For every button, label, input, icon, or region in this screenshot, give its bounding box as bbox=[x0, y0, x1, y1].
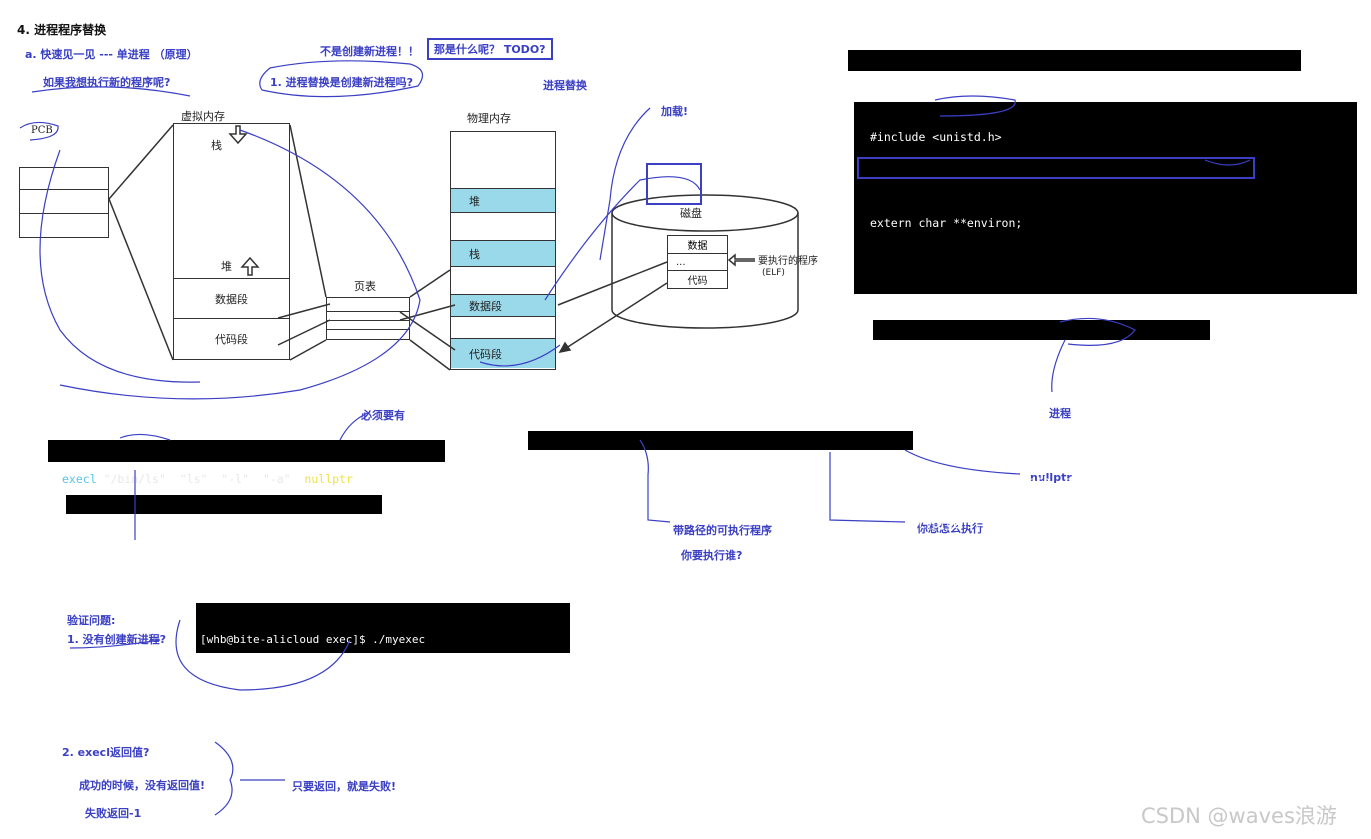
ls-prompt-line: [whb@bite-alicloud exec]$ ls -a -l bbox=[70, 525, 306, 539]
run-output-line: 我是myexec, pid: 2774 bbox=[200, 674, 335, 687]
return-is-fail-note: 只要返回，就是失败! bbox=[292, 780, 397, 793]
disk-program-box: 数据 ... 代码 bbox=[667, 235, 728, 289]
virtual-data-segment: 数据段 bbox=[174, 278, 289, 318]
elf-label: (ELF) bbox=[762, 268, 785, 278]
header-line bbox=[870, 259, 1357, 274]
path-exec-note: 带路径的可执行程序 bbox=[673, 524, 772, 537]
page-table-label: 页表 bbox=[354, 280, 376, 293]
disk-top-ellipse bbox=[611, 194, 799, 232]
pcb-label: PCB bbox=[31, 125, 53, 136]
header-line: extern char **environ; bbox=[870, 216, 1023, 230]
separator-token: , bbox=[249, 472, 263, 486]
header-line: int execvp(const char *file, char *const… bbox=[870, 517, 1210, 531]
watermark: CSDN @waves浪游 bbox=[1141, 804, 1337, 828]
no-new-process-note: 1. 没有创建新进程? bbox=[67, 633, 167, 646]
header-line: int execle(const char *path, const char … bbox=[870, 388, 1182, 402]
load-highlight-box bbox=[646, 163, 702, 205]
disk-code-cell: 代码 bbox=[668, 270, 727, 288]
section-title: 4. 进程程序替换 bbox=[17, 23, 107, 37]
execl-top-terminal: execl("/bin/ls", "ls", "-l", "-a", nullp… bbox=[848, 50, 1301, 97]
close-paren-token: ); bbox=[352, 472, 367, 486]
virtual-stack-label: 栈 bbox=[211, 139, 222, 152]
pcb-vm-line-bottom bbox=[108, 198, 174, 361]
arg-ls-token: "ls" bbox=[179, 472, 208, 486]
todo-note: 那是什么呢？ TODO? bbox=[427, 38, 553, 60]
header-line: int execv(const char *path, char *const … bbox=[870, 474, 1203, 488]
program-to-exec-label: 要执行的程序 bbox=[758, 256, 818, 267]
load-label: 加载! bbox=[661, 105, 689, 118]
execl-colored-terminal: execl("/bin/ls", "ls", "-l", "-a", nullp… bbox=[48, 440, 445, 486]
phys-code-segment: 代码段 bbox=[451, 338, 555, 368]
virtual-code-segment: 代码段 bbox=[174, 318, 289, 358]
execl-sig-terminal: int execl(const char *path, const char *… bbox=[528, 431, 913, 475]
execl-highlight-box bbox=[857, 157, 1255, 179]
header-line: char *const envp[]); bbox=[870, 603, 1092, 617]
load-curve bbox=[599, 107, 651, 261]
nullptr-token: nullptr bbox=[304, 472, 353, 486]
page-table-box bbox=[326, 297, 410, 340]
execl-return-note: 2. execl返回值? bbox=[62, 746, 150, 759]
vm-pt-line-top bbox=[289, 124, 327, 298]
phys-heap: 堆 bbox=[451, 188, 555, 212]
run-output-terminal: [whb@bite-alicloud exec]$ ./myexec 我是mye… bbox=[196, 603, 570, 728]
disk-data-cell: 数据 bbox=[687, 241, 708, 252]
process-replace-label: 进程替换 bbox=[543, 79, 587, 92]
disk-label: 磁盘 bbox=[680, 207, 702, 220]
quick-look-note: a. 快速见一见 --- 单进程 （原理） bbox=[25, 48, 198, 61]
load-line-code bbox=[559, 282, 668, 353]
vm-pt-line-bottom bbox=[289, 339, 327, 361]
header-line: int execl(const char *path, const char *… bbox=[870, 302, 1217, 316]
brace-curve bbox=[214, 741, 234, 816]
verify-note: 验证问题: bbox=[67, 614, 116, 627]
physical-memory-box: 堆 栈 数据段 代码段 bbox=[450, 131, 556, 370]
pcb-vm-line-top bbox=[108, 124, 174, 200]
header-line: int execvpe(const char *file, char *cons… bbox=[870, 560, 1210, 574]
arg-l-token: "-l" bbox=[221, 472, 249, 486]
virtual-memory-label: 虚拟内存 bbox=[181, 110, 225, 123]
separator-token: , bbox=[207, 472, 222, 486]
exec-header-terminal: #include <unistd.h> extern char **enviro… bbox=[854, 102, 1357, 617]
load-line-data bbox=[557, 261, 668, 306]
fail-return-note: 失败返回-1 bbox=[85, 807, 142, 820]
execl-fn-token: execl bbox=[62, 472, 97, 486]
replace-create-question: 1. 进程替换是创建新进程吗? bbox=[270, 76, 414, 89]
who-exec-note: 你要执行谁? bbox=[681, 549, 743, 562]
pt-phys-line-1 bbox=[409, 269, 451, 298]
arg-path-token: "/bin/ls" bbox=[103, 472, 166, 486]
execl-top-line: execl("/bin/ls", "ls", "-l", "-a", nullp… bbox=[868, 83, 1173, 97]
program-arrow-icon bbox=[727, 253, 755, 267]
run-output-line: [whb@bite-alicloud exec]$ ./myexec bbox=[200, 633, 426, 646]
pt-phys-line-2 bbox=[409, 339, 451, 371]
disk-dots-cell: ... bbox=[668, 253, 727, 270]
new-program-question: 如果我想执行新的程序呢? bbox=[43, 76, 171, 89]
virtual-heap-label: 堆 bbox=[221, 260, 232, 273]
run-output-line: 我是Other, pid: 2774 bbox=[200, 715, 328, 728]
pcb-box bbox=[19, 167, 109, 238]
header-line: #include <unistd.h> bbox=[870, 130, 1002, 144]
physical-memory-label: 物理内存 bbox=[467, 112, 511, 125]
execl-sig-line: int execl(const char *path, const char *… bbox=[533, 461, 880, 475]
virtual-memory-box: 数据段 代码段 bbox=[173, 123, 290, 360]
myexec-prompt-line: [whb@bite-alicloud exec]$ ./myexec bbox=[877, 350, 1113, 364]
open-paren-token: ( bbox=[96, 472, 104, 486]
not-new-process-note: 不是创建新进程！！ bbox=[320, 45, 419, 58]
myexec-prompt-terminal: [whb@bite-alicloud exec]$ ./myexec bbox=[873, 320, 1210, 364]
phys-stack: 栈 bbox=[451, 240, 555, 266]
header-line: ..., char * const envp[]); bbox=[870, 431, 1127, 445]
load-arrowhead bbox=[558, 341, 572, 354]
ls-prompt-terminal: [whb@bite-alicloud exec]$ ls -a -l bbox=[66, 495, 382, 539]
separator-token: , bbox=[165, 472, 180, 486]
separator-token: , bbox=[290, 472, 305, 486]
must-have-note: 必须要有 bbox=[361, 409, 405, 422]
arg-a-token: "-a" bbox=[262, 472, 291, 486]
phys-data-segment: 数据段 bbox=[451, 294, 555, 316]
success-no-return-note: 成功的时候，没有返回值! bbox=[79, 779, 206, 792]
